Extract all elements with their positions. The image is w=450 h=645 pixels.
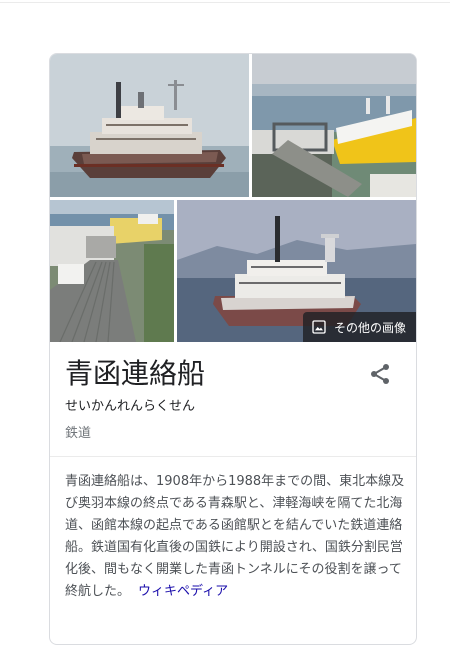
ferry-photo-1[interactable]: [50, 54, 249, 197]
panel-title: 青函連絡船: [65, 357, 206, 390]
panel-description: 青函連絡船は、1908年から1988年までの間、東北本線及び奥羽本線の終点である…: [65, 471, 405, 603]
ferry-photo-3[interactable]: [50, 200, 174, 342]
ferry-photo-2[interactable]: [252, 54, 416, 197]
top-divider: [0, 2, 450, 3]
knowledge-panel: その他の画像 青函連絡船 せいかんれんらくせん 鉄道 青函連絡船は、1908年か…: [49, 53, 417, 645]
more-images-label: その他の画像: [333, 320, 406, 335]
share-icon[interactable]: [368, 362, 392, 386]
description-text: 青函連絡船は、1908年から1988年までの間、東北本線及び奥羽本線の終点である…: [65, 474, 405, 599]
image-gallery: その他の画像: [50, 54, 416, 342]
wikipedia-link[interactable]: ウィキペディア: [138, 584, 228, 599]
image-icon: [312, 320, 326, 334]
more-images-button[interactable]: その他の画像: [302, 312, 416, 342]
panel-category: 鉄道: [65, 426, 92, 441]
panel-reading: せいかんれんらくせん: [65, 399, 196, 414]
section-divider: [50, 456, 416, 457]
